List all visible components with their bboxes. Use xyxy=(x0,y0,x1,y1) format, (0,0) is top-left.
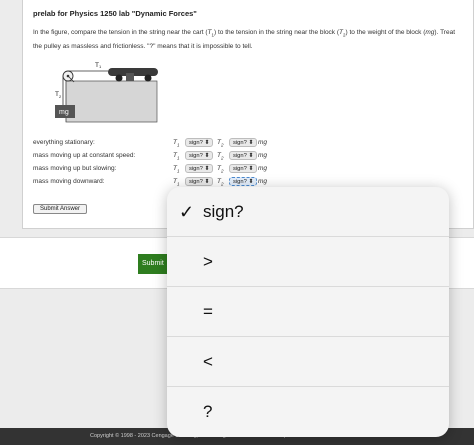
option-label: = xyxy=(203,302,213,321)
compare-select-t1-t2[interactable]: sign? ⬍ xyxy=(185,177,214,186)
compare-select-t2-mg[interactable]: sign? ⬍ xyxy=(229,164,258,173)
row-label: mass moving downward: xyxy=(33,178,105,185)
select-dropdown-menu: ✓ sign? > = < ? xyxy=(167,187,449,437)
option-label: sign? xyxy=(203,202,244,221)
page-title: prelab for Physics 1250 lab "Dynamic For… xyxy=(33,9,197,18)
compare-select-t1-t2[interactable]: sign? ⬍ xyxy=(185,151,214,160)
cart-wheel-right xyxy=(144,74,152,82)
compare-select-t2-mg[interactable]: sign? ⬍ xyxy=(229,138,258,147)
row-label: everything stationary: xyxy=(33,139,95,146)
row-label: mass moving up at constant speed: xyxy=(33,152,136,159)
row-label: mass moving up but slowing: xyxy=(33,165,117,172)
prompt-text-3: ) to the weight of the block ( xyxy=(345,29,426,36)
mg-symbol: mg xyxy=(258,165,268,172)
cart-mass xyxy=(126,73,134,81)
compare-select-t2-mg-active[interactable]: sign? ⬍ xyxy=(229,177,258,186)
option-label: > xyxy=(203,252,213,271)
prompt-text-1: In the figure, compare the tension in th… xyxy=(33,29,208,36)
cart-pulley-figure: mg T 1 T 2 xyxy=(55,62,158,123)
mg-symbol: mg xyxy=(258,139,268,146)
compare-select-t1-t2[interactable]: sign? ⬍ xyxy=(185,138,214,147)
option-greater-than[interactable]: > xyxy=(167,237,449,287)
mg-symbol: mg xyxy=(258,152,268,159)
option-question[interactable]: ? xyxy=(167,387,449,437)
submit-answer-button[interactable]: Submit Answer xyxy=(33,204,88,214)
checkmark-icon: ✓ xyxy=(179,202,195,222)
option-sign[interactable]: ✓ sign? xyxy=(167,187,449,237)
option-label: ? xyxy=(203,402,213,421)
question-prompt: In the figure, compare the tension in th… xyxy=(33,27,461,53)
compare-select-t1-t2[interactable]: sign? ⬍ xyxy=(185,164,214,173)
option-less-than[interactable]: < xyxy=(167,337,449,387)
table xyxy=(65,80,158,123)
cart-wheel-left xyxy=(115,74,123,82)
option-label: < xyxy=(203,352,213,371)
figure-t2-sub: 2 xyxy=(59,94,62,99)
block-label: mg xyxy=(59,109,69,116)
compare-select-t2-mg[interactable]: sign? ⬍ xyxy=(229,151,258,160)
prompt-text-2: ) to the tension in the string near the … xyxy=(214,29,340,36)
option-equal[interactable]: = xyxy=(167,287,449,337)
figure-t1-sub: 1 xyxy=(99,64,102,69)
